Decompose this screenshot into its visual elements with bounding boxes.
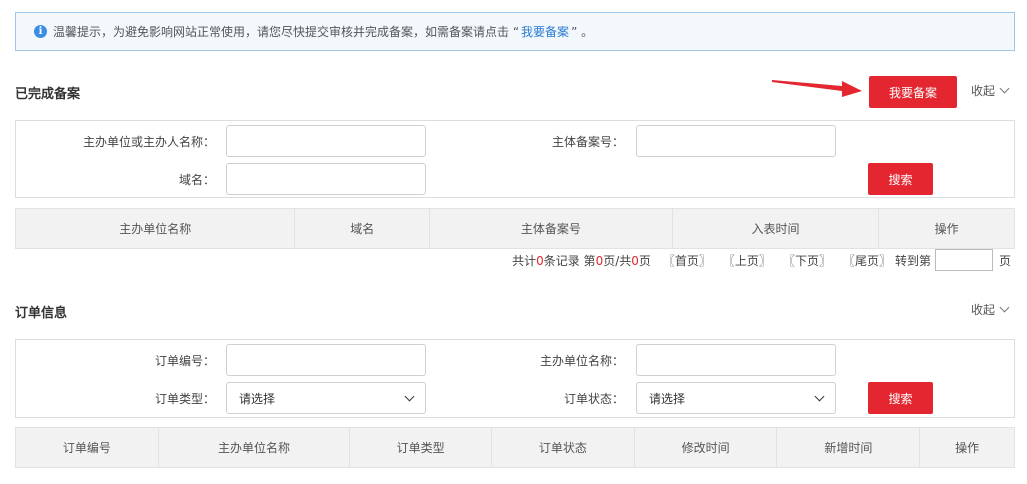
order-type-label: 订单类型： [154,392,215,406]
orders-section-title: 订单信息 [15,306,68,321]
notice-bar: i 温馨提示，为避免影响网站正常使用，请您尽快提交审核并完成备案，如需备案请点击… [15,12,1015,51]
orders-table-header: 订单编号 主办单位名称 订单类型 订单状态 修改时间 新增时间 操作 [15,427,1015,468]
orders-search-button[interactable]: 搜索 [868,382,933,414]
order-number-label: 订单编号： [154,354,215,368]
goto-page-input[interactable] [934,249,993,271]
column-header: 订单编号 [16,428,159,467]
record-number-label: 主体备案号： [551,135,624,149]
column-header: 新增时间 [777,428,921,467]
prev-page-link[interactable]: 〖上页〗 [723,252,771,269]
collapse-label: 收起 [971,303,996,317]
order-status-label: 订单状态： [563,392,624,406]
pagination: 共计0条记录 第0页/共0页 〖首页〗 〖上页〗 〖下页〗 〖尾页〗 转到第 页 [512,249,1011,271]
column-header: 订单状态 [492,428,635,467]
chevron-down-icon [999,302,1010,313]
register-button[interactable]: 我要备案 [869,76,957,108]
column-header: 入表时间 [673,209,880,248]
orders-collapse-toggle[interactable]: 收起 [971,301,1010,318]
order-number-input[interactable] [226,344,426,376]
column-header: 订单类型 [350,428,493,467]
goto-unit: 页 [998,253,1011,268]
completed-table-header: 主办单位名称 域名 主体备案号 入表时间 操作 [15,208,1015,249]
domain-input[interactable] [226,163,426,195]
notice-register-link[interactable]: 我要备案 [521,25,569,39]
column-header: 操作 [955,441,980,455]
record-number-input[interactable] [636,125,836,157]
column-header: 主办单位名称 [159,428,351,467]
last-page-link[interactable]: 〖尾页〗 [843,252,891,269]
next-page-link[interactable]: 〖下页〗 [783,252,831,269]
column-header: 修改时间 [635,428,778,467]
pagination-summary: 共计0条记录 第0页/共0页 [512,253,651,268]
chevron-down-icon [999,83,1010,94]
completed-section-title: 已完成备案 [15,87,81,102]
total-count: 0 [536,253,544,268]
completed-search-button[interactable]: 搜索 [868,163,933,195]
order-type-selected: 请选择 [239,391,276,406]
info-icon: i [34,25,47,38]
order-owner-label: 主办单位名称： [539,354,624,368]
owner-name-input[interactable] [226,125,426,157]
first-page-link[interactable]: 〖首页〗 [663,252,711,269]
domain-label: 域名： [178,173,215,187]
column-header: 域名 [295,209,431,248]
owner-name-label: 主办单位或主办人名称： [82,135,215,149]
notice-text: 温馨提示，为避免影响网站正常使用，请您尽快提交审核并完成备案，如需备案请点击 “… [53,23,593,40]
arrow-pointer-icon [772,80,862,97]
notice-text-before: 温馨提示，为避免影响网站正常使用，请您尽快提交审核并完成备案，如需备案请点击 “ [53,25,520,39]
column-header: 主办单位名称 [16,209,296,248]
goto-label: 转到第 [894,253,931,268]
column-header: 主体备案号 [430,209,673,248]
order-status-select[interactable]: 请选择 [636,382,836,414]
chevron-down-icon [814,391,825,401]
collapse-label: 收起 [971,84,996,98]
order-owner-input[interactable] [636,344,836,376]
order-type-select[interactable]: 请选择 [226,382,426,414]
notice-text-after: ” 。 [571,25,594,39]
total-pages: 0 [631,253,639,268]
chevron-down-icon [404,391,415,401]
column-header: 操作 [934,222,959,236]
order-status-selected: 请选择 [649,391,686,406]
completed-collapse-toggle[interactable]: 收起 [971,82,1010,99]
